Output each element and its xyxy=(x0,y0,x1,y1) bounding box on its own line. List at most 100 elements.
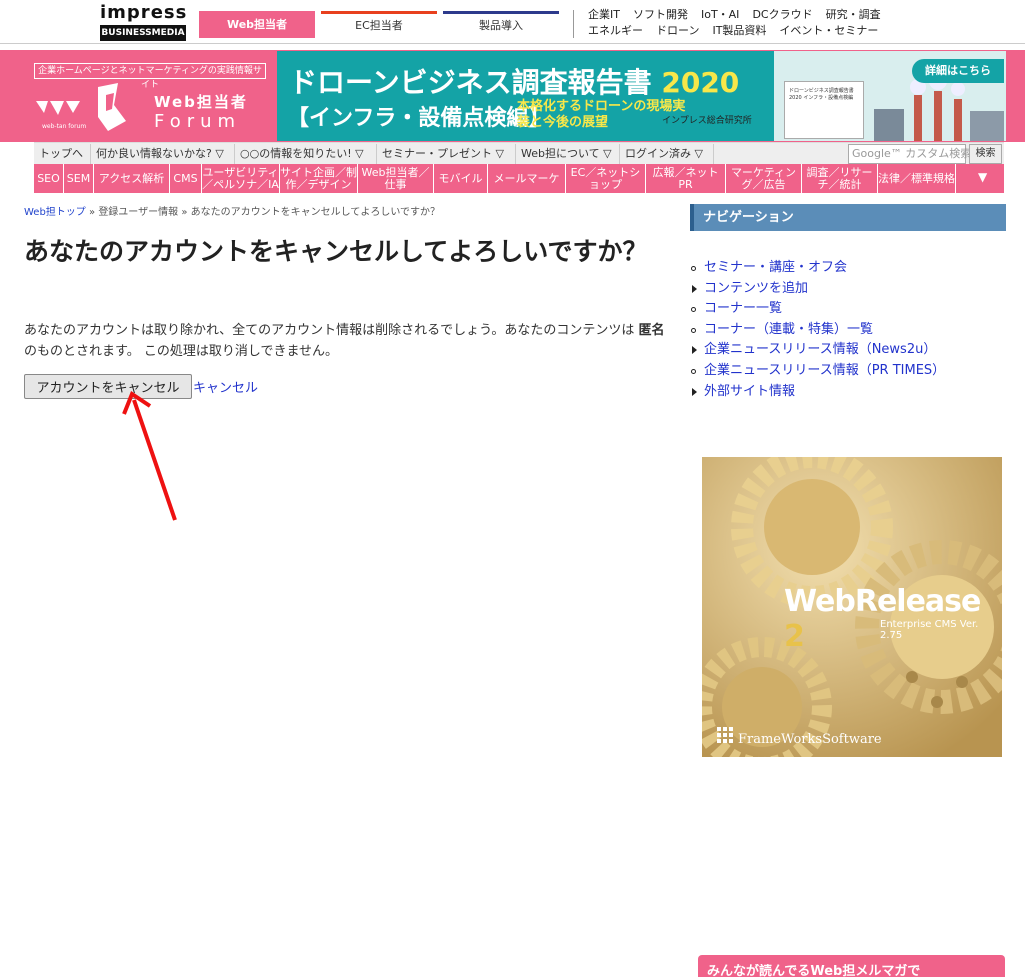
bullet-triangle-icon xyxy=(692,284,697,293)
mail-magazine-title: みんなが読んでるWeb担メルマガで xyxy=(707,964,921,977)
nav-item-label: セミナー・講座・オフ会 xyxy=(704,260,848,275)
webrelease-subtitle: Enterprise CMS Ver. 2.75 xyxy=(880,619,979,641)
nav-item-series-list[interactable]: コーナー（連載・特集）一覧 xyxy=(690,320,1006,341)
cat-law[interactable]: 法律／標準規格 xyxy=(878,164,956,193)
ad-lab-name: インプレス総合研究所 xyxy=(662,116,752,126)
forum-logo-small: web-tan forum xyxy=(42,123,87,130)
menu-find-info[interactable]: 何か良い情報ないかな? ▽ xyxy=(91,144,235,164)
bullet-triangle-icon xyxy=(692,387,697,396)
cat-seo[interactable]: SEO xyxy=(34,164,64,193)
cat-site-planning[interactable]: サイト企画／制作／デザイン xyxy=(280,164,358,193)
site-header: 企業ホームページとネットマーケティングの実践情報サイト Web担当者 Forum… xyxy=(0,50,1025,142)
nav-item-label: 外部サイト情報 xyxy=(704,383,796,399)
ad-illustration: ドローンビジネス調査報告書2020 インフラ・設備点検編 詳細はこちら xyxy=(774,51,1006,141)
impress-logo[interactable]: impress BUSINESSMEDIA xyxy=(100,3,186,41)
cat-sem[interactable]: SEM xyxy=(64,164,94,193)
description-text: あなたのアカウントは取り除かれ、全てのアカウント情報は削除されるでしょう。あなた… xyxy=(24,323,635,338)
description-bold: 匿名 xyxy=(638,323,665,338)
site-tagline: 企業ホームページとネットマーケティングの実践情報サイト xyxy=(34,63,266,90)
search-input[interactable]: Google™ カスタム検索 xyxy=(848,144,971,164)
ad-detail-button[interactable]: 詳細はこちら xyxy=(912,59,1004,83)
tab-product[interactable]: 製品導入 xyxy=(443,11,559,38)
breadcrumb-user-info[interactable]: 登録ユーザー情報 xyxy=(98,207,178,218)
cat-ec[interactable]: EC／ネットショップ xyxy=(566,164,646,193)
webrelease-title-text: WebRelease xyxy=(784,584,981,619)
menu-logged-in[interactable]: ログイン済み ▽ xyxy=(620,144,714,164)
webrelease-title-num: 2 xyxy=(784,619,805,654)
bullet-dot-icon xyxy=(691,327,696,333)
menu-top[interactable]: トップへ xyxy=(34,144,91,164)
tab-web-tantousha[interactable]: Web担当者 xyxy=(199,11,315,38)
menu-seminar[interactable]: セミナー・プレゼント ▽ xyxy=(377,144,516,164)
top-links-row-2: エネルギー ドローン IT製品資料 イベント・セミナー xyxy=(588,23,918,39)
navigation-header: ナビゲーション xyxy=(690,204,1006,231)
bullet-dot-icon xyxy=(691,307,696,313)
cat-mail-marketing[interactable]: メールマーケ xyxy=(488,164,566,193)
cat-web-work[interactable]: Web担当者／仕事 xyxy=(358,164,434,193)
menu-want-info[interactable]: ○○の情報を知りたい! ▽ xyxy=(235,144,377,164)
ad-title-text: ドローンビジネス調査報告書 xyxy=(289,66,652,99)
nav-item-corner-list[interactable]: コーナー一覧 xyxy=(690,299,1006,320)
nav-item-seminar[interactable]: セミナー・講座・オフ会 xyxy=(690,258,1006,279)
top-links-row-1: 企業IT ソフト開発 IoT・AI DCクラウド 研究・調査 xyxy=(588,7,918,23)
top-link[interactable]: DCクラウド xyxy=(752,8,812,21)
bullet-dot-icon xyxy=(691,368,696,374)
top-link[interactable]: 企業IT xyxy=(588,8,620,21)
forum-logo-sub: Forum xyxy=(154,111,242,132)
tab-ec-tantousha[interactable]: EC担当者 xyxy=(321,11,437,38)
top-link[interactable]: イベント・セミナー xyxy=(779,24,878,37)
nav-item-add-content[interactable]: コンテンツを追加 xyxy=(690,279,1006,300)
cat-mobile[interactable]: モバイル xyxy=(434,164,488,193)
description-text-end: のものとされます。 この処理は取り消しできません。 xyxy=(24,344,339,359)
category-bar: SEO SEM アクセス解析 CMS ユーザビリティ／ペルソナ／IA サイト企画… xyxy=(34,164,1004,193)
nav-item-news2u[interactable]: 企業ニュースリリース情報（News2u） xyxy=(690,340,1006,361)
category-more-icon[interactable]: ▼ xyxy=(978,170,992,184)
top-link[interactable]: IoT・AI xyxy=(701,8,739,21)
top-link[interactable]: IT製品資料 xyxy=(712,24,766,37)
nav-item-external-sites[interactable]: 外部サイト情報 xyxy=(690,382,1006,403)
nav-item-prtimes[interactable]: 企業ニュースリリース情報（PR TIMES） xyxy=(690,361,1006,382)
frameworks-logo-icon xyxy=(717,727,733,743)
mail-magazine-box[interactable]: みんなが読んでるWeb担メルマガで xyxy=(698,955,1005,977)
breadcrumb-separator: » xyxy=(181,207,188,218)
cat-marketing[interactable]: マーケティング／広告 xyxy=(726,164,802,193)
navigation-list: セミナー・講座・オフ会 コンテンツを追加 コーナー一覧 コーナー（連載・特集）一… xyxy=(690,258,1006,402)
bullet-triangle-icon xyxy=(692,346,697,355)
cat-research[interactable]: 調査／リサーチ／統計 xyxy=(802,164,878,193)
breadcrumb-home[interactable]: Web担トップ xyxy=(24,207,86,218)
menu-about[interactable]: Web担について ▽ xyxy=(516,144,620,164)
impress-logo-sub: BUSINESSMEDIA xyxy=(100,25,186,41)
top-divider xyxy=(573,10,574,38)
cat-usability[interactable]: ユーザビリティ／ペルソナ／IA xyxy=(202,164,280,193)
nav-item-label: 企業ニュースリリース情報（News2u） xyxy=(704,342,937,358)
cat-cms[interactable]: CMS xyxy=(170,164,202,193)
top-link[interactable]: ドローン xyxy=(656,24,699,37)
top-bar: impress BUSINESSMEDIA Web担当者 EC担当者 製品導入 … xyxy=(0,0,1025,44)
web-tan-forum-logo[interactable]: Web担当者 Forum web-tan forum xyxy=(36,83,271,141)
breadcrumb-current: あなたのアカウントをキャンセルしてよろしいですか？ xyxy=(190,207,441,218)
cat-access-analysis[interactable]: アクセス解析 xyxy=(94,164,170,193)
ad-subtitle: 【インフラ・設備点検編】 xyxy=(287,106,551,131)
forum-logo-title: Web担当者 xyxy=(154,93,248,111)
ad-year: 2020 xyxy=(661,66,740,99)
top-link[interactable]: エネルギー xyxy=(588,24,643,37)
breadcrumb: Web担トップ » 登録ユーザー情報 » あなたのアカウントをキャンセルしてよろ… xyxy=(24,203,664,218)
drone-report-ad-banner[interactable]: ドローンビジネス調査報告書 2020 【インフラ・設備点検編】 本格化するドロー… xyxy=(277,51,1006,141)
main-menu-bar: トップへ 何か良い情報ないかな? ▽ ○○の情報を知りたい! ▽ セミナー・プレ… xyxy=(34,142,1004,164)
cat-pr[interactable]: 広報／ネットPR xyxy=(646,164,726,193)
breadcrumb-separator: » xyxy=(89,207,96,218)
nav-item-label: コーナー一覧 xyxy=(704,301,783,317)
webrelease-ad[interactable]: WebRelease 2 Enterprise CMS Ver. 2.75 Fr… xyxy=(702,457,1002,757)
nav-item-label: コーナー（連載・特集）一覧 xyxy=(704,321,874,337)
top-link[interactable]: 研究・調査 xyxy=(826,8,881,21)
search-button[interactable]: 検索 xyxy=(969,144,1002,164)
webrelease-company: FrameWorksSoftware xyxy=(738,732,882,747)
top-link[interactable]: ソフト開発 xyxy=(633,8,688,21)
ad-title: ドローンビジネス調査報告書 2020 xyxy=(289,61,739,101)
page-description: あなたのアカウントは取り除かれ、全てのアカウント情報は削除されるでしょう。あなた… xyxy=(24,320,672,362)
red-arrow-annotation-icon xyxy=(122,390,177,521)
nav-item-label: コンテンツを追加 xyxy=(704,280,809,296)
cancel-link[interactable]: キャンセル xyxy=(193,377,258,396)
page-title: あなたのアカウントをキャンセルしてよろしいですか？ xyxy=(24,237,648,266)
impress-logo-word: impress xyxy=(100,2,188,23)
